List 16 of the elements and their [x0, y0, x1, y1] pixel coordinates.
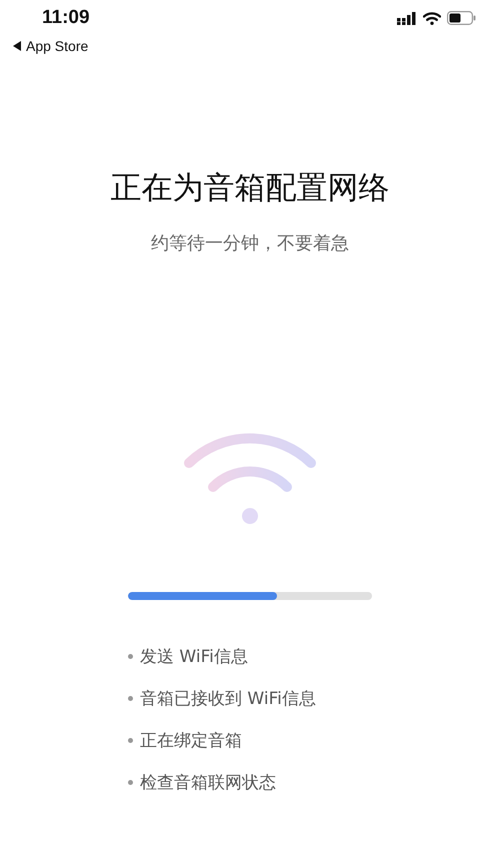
- bullet-dot: [128, 654, 133, 658]
- step-label: 正在绑定音箱: [140, 730, 242, 752]
- bullet-dot: [128, 780, 133, 784]
- status-time: 11:09: [42, 7, 90, 29]
- wifi-icon: [183, 433, 317, 525]
- step-label: 检查音箱联网状态: [140, 772, 276, 794]
- back-link[interactable]: App Store: [13, 38, 88, 54]
- signal-icon: [397, 12, 417, 24]
- step-label: 音箱已接收到 WiFi信息: [140, 688, 316, 710]
- page-title: 正在为音箱配置网络: [110, 169, 390, 208]
- bullet-dot: [128, 738, 133, 742]
- step-label: 发送 WiFi信息: [140, 646, 248, 668]
- wifi-icon: [423, 12, 441, 24]
- bullet-dot: [128, 696, 133, 700]
- page-subtitle: 约等待一分钟，不要着急: [150, 232, 350, 255]
- battery-icon: [447, 11, 476, 25]
